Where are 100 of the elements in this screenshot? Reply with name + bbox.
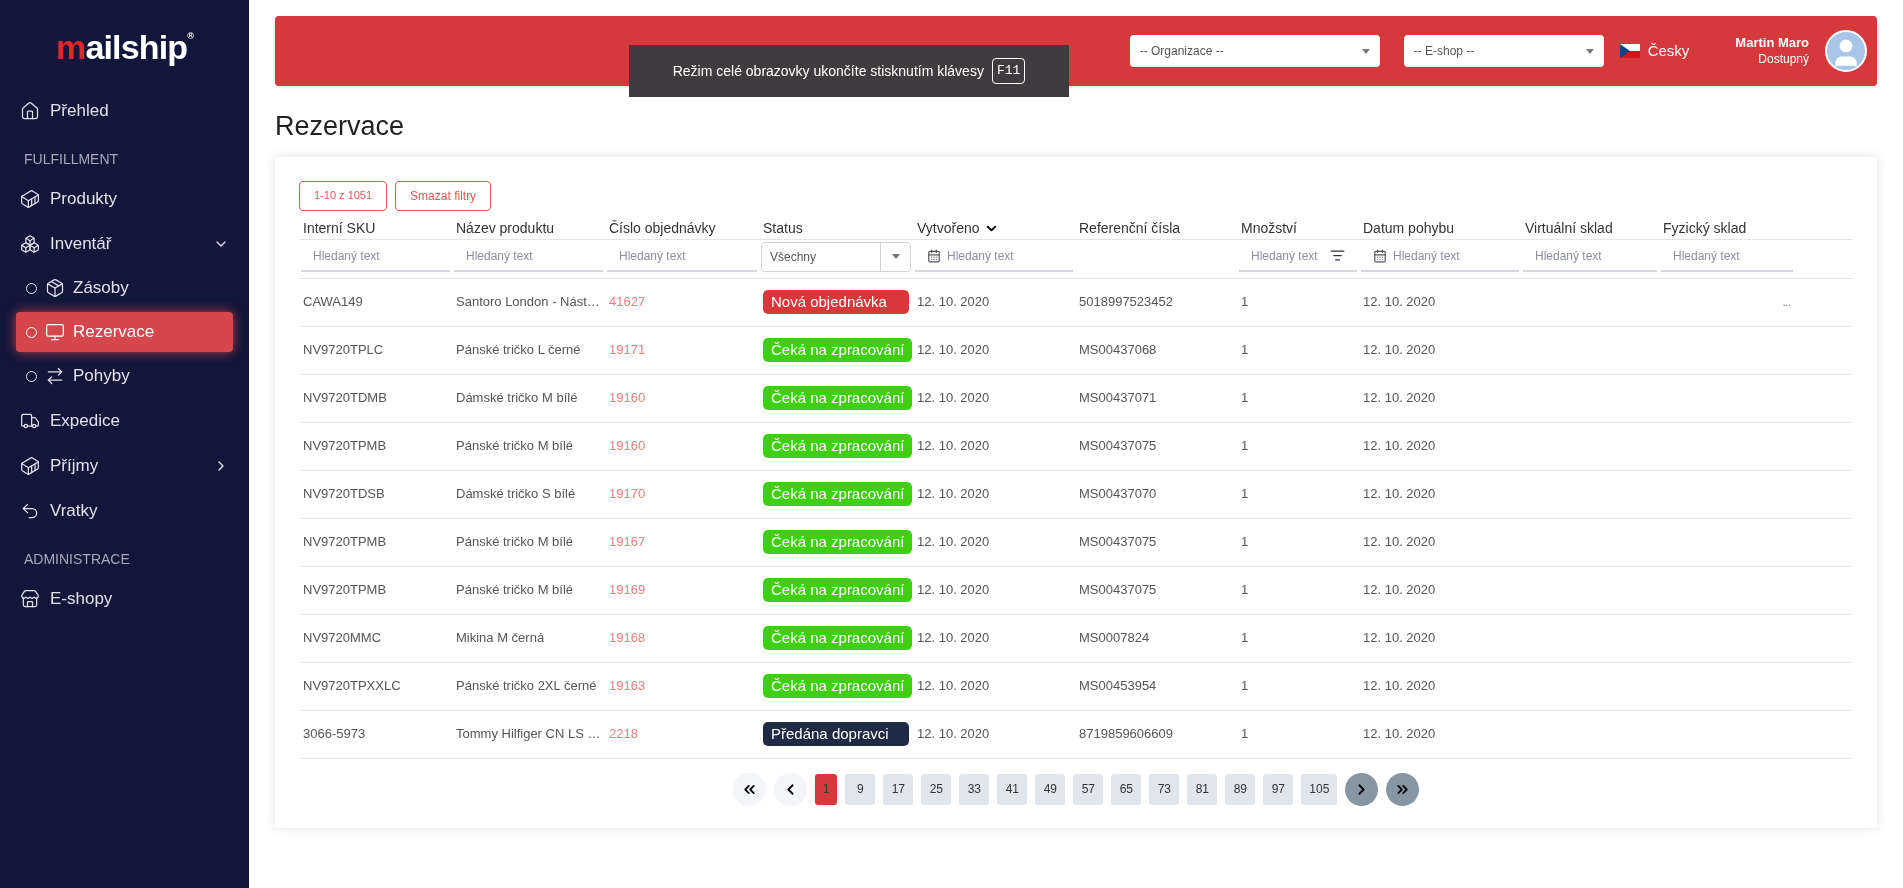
column-header[interactable]: Virtuální sklad [1525,218,1613,239]
status-select[interactable]: Všechny [761,241,911,272]
table-cell-text: 1 [1241,629,1249,648]
table-cell-text: Pánské tričko 2XL černé [456,677,597,696]
search-field[interactable]: Hledaný text [454,241,603,272]
status-badge: Čeká na zpracování [763,529,913,555]
table-cell-text: 12. 10. 2020 [917,533,990,552]
calendar-icon [927,248,941,263]
sidebar-subitem[interactable]: Zásoby [16,268,233,308]
status-badge: Čeká na zpracování [763,673,913,699]
avatar[interactable] [1825,30,1867,72]
column-header[interactable]: Status [763,218,803,239]
organization-select[interactable]: -- Organizace -- [1129,35,1380,67]
sidebar-item[interactable]: E-shopy [0,576,249,621]
page-button[interactable]: 105 [1301,773,1338,805]
table-cell-text: 12. 10. 2020 [917,629,990,648]
table-cell-text: 12. 10. 2020 [1363,485,1436,504]
table-cell-text: MS00453954 [1079,677,1157,696]
eshop-select[interactable]: -- E-shop -- [1403,35,1604,67]
page-button[interactable]: 9 [845,773,876,805]
search-field[interactable]: Hledaný text [301,241,450,272]
table-cell-text: NV9720TPXXLC [303,677,401,696]
status-badge: Čeká na zpracování [763,577,913,603]
page-button[interactable]: 25 [921,773,952,805]
language-link[interactable]: Česky [1619,39,1690,63]
table-cell-text: 12. 10. 2020 [1363,437,1436,456]
table-cell-text: 12. 10. 2020 [917,725,990,744]
table-cell-text: 12. 10. 2020 [917,341,990,360]
table-cell-text: ... [1782,295,1791,310]
sidebar-item[interactable]: Produkty [0,176,249,221]
table-cell-text: CAWA149 [303,293,363,312]
date-field[interactable]: Hledaný text [1393,246,1507,265]
page-button[interactable]: 17 [883,773,914,805]
range-button[interactable]: 1-10 z 1051 [299,180,388,211]
house-icon [20,100,40,121]
sidebar-subitem[interactable]: Pohyby [16,356,233,396]
table-cell-text: 12. 10. 2020 [917,389,990,408]
package-icon [45,278,65,298]
table-cell-text: 12. 10. 2020 [917,581,990,600]
page-button[interactable]: 89 [1225,773,1256,805]
table-cell-text: NV9720TPMB [303,437,387,456]
column-header[interactable]: Fyzický sklad [1663,218,1747,239]
column-header[interactable]: Vytvořeno [917,218,980,239]
page-button[interactable]: 73 [1149,773,1180,805]
column-header[interactable]: Název produktu [456,218,555,239]
search-field[interactable]: Hledaný text [1251,246,1330,265]
table-cell-text: 1 [1241,533,1249,552]
page-button[interactable]: 49 [1035,773,1066,805]
page-button[interactable]: 33 [959,773,990,805]
status-badge: Nová objednávka [763,289,909,315]
search-field[interactable]: Hledaný text [1523,241,1657,272]
boxes-icon [20,233,40,254]
sidebar-item[interactable]: Vratky [0,488,249,533]
arrows-icon [45,366,65,386]
table-cell-text: 8719859606609 [1079,725,1173,744]
page-button[interactable]: 97 [1263,773,1294,805]
last-page-button[interactable] [1386,772,1420,806]
table-cell-text: 12. 10. 2020 [1363,389,1436,408]
table-cell-text: 1 [1241,485,1249,504]
page-button[interactable]: 65 [1111,773,1142,805]
column-header[interactable]: Množství [1241,218,1297,239]
table-cell-text: 12. 10. 2020 [1363,677,1436,696]
status-badge: Čeká na zpracování [763,385,913,411]
table-cell-text: 1 [1241,437,1249,456]
table-cell-text: Dámské tričko M bílé [456,389,578,408]
table-cell-text: 1 [1241,341,1249,360]
dropdown-caret-icon [1361,48,1370,54]
page-button[interactable]: 41 [997,773,1028,805]
page-button[interactable]: 57 [1073,773,1104,805]
dropdown-caret-icon [891,254,900,259]
sidebar-item[interactable]: Příjmy [0,443,249,488]
sidebar-subitem[interactable]: Rezervace [16,312,233,352]
next-page-button[interactable] [1345,772,1379,806]
search-field[interactable]: Hledaný text [607,241,757,272]
search-field[interactable]: Hledaný text [1661,241,1793,272]
table-cell-text: Pánské tričko L černé [456,341,581,360]
clear-filters-button[interactable]: Smazat filtry [395,180,492,211]
column-header[interactable]: Datum pohybu [1363,218,1455,239]
table-cell-text: MS00437075 [1079,437,1157,456]
table-cell-text: 1 [1241,389,1249,408]
table-cell-text: 1 [1241,725,1249,744]
sidebar-item[interactable]: Přehled [0,88,249,133]
table-cell-text: MS00437075 [1079,533,1157,552]
date-field[interactable]: Hledaný text [947,246,1061,265]
page-button[interactable]: 81 [1187,773,1218,805]
flag-icon [1619,44,1640,58]
table-cell-text: 12. 10. 2020 [1363,533,1436,552]
logo: mailship® [56,30,193,64]
table-cell-text: 12. 10. 2020 [1363,581,1436,600]
table-cell-text: Dámské tričko S bílé [456,485,576,504]
table-cell-text: NV9720TDMB [303,389,387,408]
sidebar-item[interactable]: Expedice [0,398,249,443]
filter-icon[interactable] [1330,248,1345,263]
table-cell-text: 12. 10. 2020 [1363,341,1436,360]
section-heading: ADMINISTRACE [23,550,131,569]
sidebar-item[interactable]: Inventář [0,221,249,266]
column-header[interactable]: Číslo objednávky [609,218,716,239]
table-cell-text: 12. 10. 2020 [1363,725,1436,744]
column-header[interactable]: Interní SKU [303,218,376,239]
column-header[interactable]: Referenční čísla [1079,218,1181,239]
